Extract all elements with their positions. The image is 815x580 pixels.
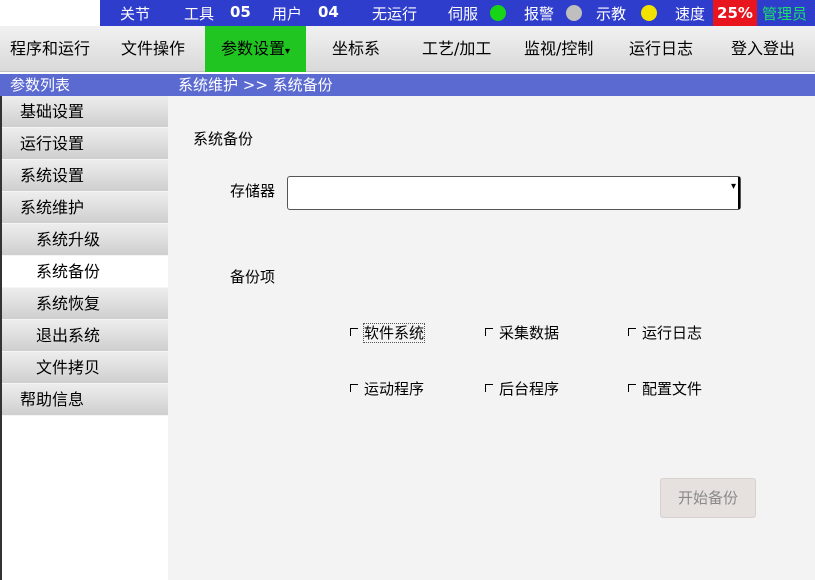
- menu-login-logout[interactable]: 登入登出: [731, 26, 795, 72]
- start-backup-button[interactable]: 开始备份: [660, 478, 756, 518]
- checkbox-label: 软件系统: [362, 323, 426, 343]
- alarm-label: 报警: [524, 5, 555, 23]
- checkbox-background-program[interactable]: 后台程序: [485, 378, 559, 399]
- tool-label: 工具: [184, 5, 215, 23]
- sidebar-item-system-restore[interactable]: 系统恢复: [0, 288, 168, 320]
- alarm-status-icon: [566, 5, 582, 21]
- servo-status-icon: [490, 5, 506, 21]
- checkbox-icon[interactable]: [350, 328, 358, 336]
- sidebar-item-exit-system[interactable]: 退出系统: [0, 320, 168, 352]
- teach-status-icon: [641, 5, 657, 21]
- checkbox-label: 运行日志: [642, 324, 703, 342]
- sidebar-item-help[interactable]: 帮助信息: [0, 384, 168, 416]
- checkbox-label: 配置文件: [642, 380, 703, 398]
- checkbox-run-log[interactable]: 运行日志: [628, 322, 702, 343]
- left-border: [0, 96, 2, 580]
- backup-items-label: 备份项: [230, 268, 276, 286]
- checkbox-label: 采集数据: [499, 324, 560, 342]
- sidebar-item-system-backup[interactable]: 系统备份: [0, 256, 168, 288]
- checkbox-label: 后台程序: [499, 380, 560, 398]
- sidebar-item-file-copy[interactable]: 文件拷贝: [0, 352, 168, 384]
- sidebar-item-system-upgrade[interactable]: 系统升级: [0, 224, 168, 256]
- storage-label: 存储器: [230, 182, 276, 200]
- status-blank: [0, 0, 100, 26]
- mode-indicator[interactable]: 关节: [120, 3, 150, 24]
- servo-label: 伺服: [448, 5, 479, 23]
- backup-panel: 系统备份 存储器 ▾ 备份项 软件系统 采集数据 运行日志 运动程序 后台程序 …: [168, 96, 815, 580]
- checkbox-icon[interactable]: [628, 328, 636, 336]
- user-value: 04: [318, 3, 339, 21]
- sidebar-item-basic-settings[interactable]: 基础设置: [0, 96, 168, 128]
- checkbox-icon[interactable]: [350, 384, 358, 392]
- chevron-down-icon: ▾: [284, 46, 291, 57]
- menu-program-run[interactable]: 程序和运行: [10, 26, 90, 72]
- checkbox-config-file[interactable]: 配置文件: [628, 378, 702, 399]
- checkbox-icon[interactable]: [485, 384, 493, 392]
- storage-select[interactable]: ▾: [287, 176, 741, 210]
- checkbox-motion-program[interactable]: 运动程序: [350, 378, 424, 399]
- menu-parameter-settings-label: 参数设置: [220, 39, 285, 58]
- tool-value: 05: [230, 3, 251, 21]
- menu-coordinates[interactable]: 坐标系: [332, 26, 380, 72]
- menu-parameter-settings[interactable]: 参数设置▾: [205, 26, 306, 72]
- run-state: 无运行: [372, 5, 418, 23]
- menu-monitor-control[interactable]: 监视/控制: [524, 26, 593, 72]
- select-edge: [738, 177, 740, 209]
- chevron-down-icon: ▾: [730, 181, 736, 192]
- status-bar: 关节 工具 05 用户 04 无运行 伺服 报警 示教 速度 25% 管理员: [0, 0, 815, 26]
- sidebar-item-system-settings[interactable]: 系统设置: [0, 160, 168, 192]
- checkbox-label: 运动程序: [364, 380, 425, 398]
- sidebar-header: 参数列表: [0, 74, 168, 96]
- checkbox-collected-data[interactable]: 采集数据: [485, 322, 559, 343]
- speed-label: 速度: [675, 5, 706, 23]
- page-title: 系统备份: [193, 130, 254, 148]
- breadcrumb: 系统维护 >> 系统备份: [168, 74, 815, 96]
- user-label: 用户: [272, 5, 303, 23]
- user-role[interactable]: 管理员: [762, 3, 807, 24]
- menu-file-ops[interactable]: 文件操作: [121, 26, 185, 72]
- sidebar: 基础设置 运行设置 系统设置 系统维护 系统升级 系统备份 系统恢复 退出系统 …: [0, 96, 168, 416]
- menu-run-log[interactable]: 运行日志: [629, 26, 693, 72]
- speed-value[interactable]: 25%: [713, 0, 757, 26]
- checkbox-icon[interactable]: [485, 328, 493, 336]
- teach-label: 示教: [596, 5, 627, 23]
- checkbox-icon[interactable]: [628, 384, 636, 392]
- menu-process[interactable]: 工艺/加工: [422, 26, 491, 72]
- checkbox-software-system[interactable]: 软件系统: [350, 322, 426, 343]
- main-menu-bar: 程序和运行 文件操作 参数设置▾ 坐标系 工艺/加工 监视/控制 运行日志 登入…: [0, 26, 815, 72]
- sidebar-item-run-settings[interactable]: 运行设置: [0, 128, 168, 160]
- sidebar-item-system-maintenance[interactable]: 系统维护: [0, 192, 168, 224]
